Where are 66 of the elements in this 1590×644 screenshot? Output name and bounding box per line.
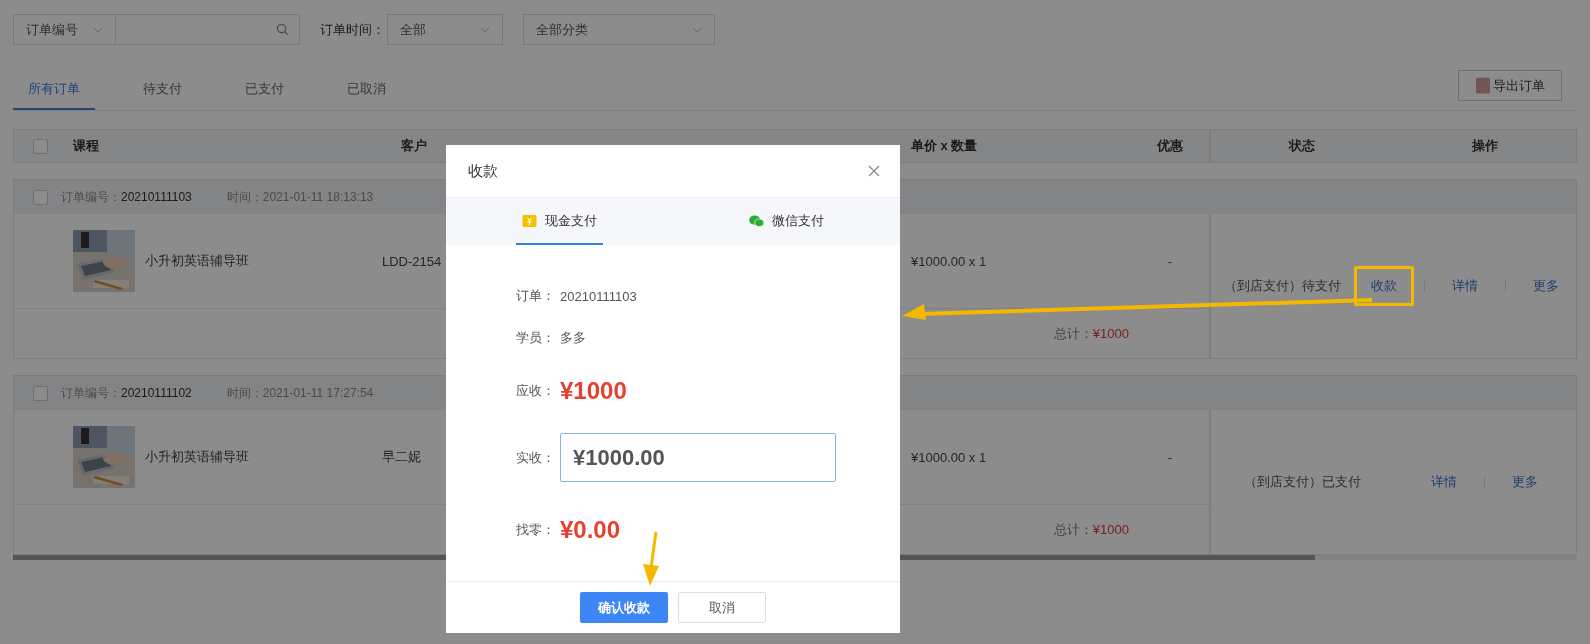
payment-tab[interactable]: 微信支付 [743, 198, 830, 245]
field-label: 应收： [516, 382, 556, 400]
action-link[interactable]: 详情 [1414, 462, 1475, 502]
order-tab[interactable]: 已取消 [332, 69, 401, 110]
total-label: 总计： [1053, 324, 1093, 343]
chevron-down-icon [692, 26, 702, 33]
field-value: 多多 [560, 329, 586, 347]
annotation-arrow [643, 531, 659, 586]
course-name: 小升初英语辅导班 [145, 448, 249, 466]
cancel-button[interactable]: 取消 [678, 592, 766, 623]
field-label: 学员： [516, 329, 556, 347]
customer-name: 早二妮 [382, 449, 421, 464]
column-header: 单价 x 数量 [911, 138, 978, 153]
action-link[interactable]: 更多 [1516, 266, 1576, 306]
chevron-down-icon [93, 26, 103, 33]
course-name: 小升初英语辅导班 [145, 252, 249, 270]
order-number: 20210111102 [121, 386, 192, 400]
column-header: 客户 [401, 138, 427, 153]
column-header: 优惠 [1157, 138, 1183, 153]
discount: - [1167, 253, 1173, 269]
unit-price: ¥1000.00 x 1 [911, 449, 987, 465]
order-status: （到店支付）已支付 [1243, 473, 1361, 491]
document-icon [1475, 77, 1490, 94]
total-label: 总计： [1053, 520, 1093, 539]
discount: - [1167, 449, 1173, 465]
chevron-down-icon [480, 26, 490, 33]
payment-tab[interactable]: 现金支付 [516, 198, 603, 245]
confirm-button[interactable]: 确认收款 [580, 592, 668, 623]
order-time: 时间：2021-01-11 17:27:54 [226, 384, 374, 402]
search-field[interactable] [115, 14, 300, 45]
order-status: （到店支付）待支付 [1224, 277, 1341, 295]
action-link[interactable]: 详情 [1435, 266, 1495, 306]
order-checkbox[interactable] [33, 189, 48, 205]
action-link[interactable]: 收款 [1354, 266, 1414, 306]
time-select[interactable]: 全部 [387, 14, 503, 45]
amount-value: ¥1000 [560, 377, 627, 405]
search-icon [276, 23, 289, 36]
field-label: 找零： [516, 521, 556, 539]
customer-name: LDD-2154 [382, 253, 442, 269]
total-amount: ¥1000 [1092, 326, 1129, 341]
unit-price: ¥1000.00 x 1 [911, 253, 987, 269]
order-number: 20210111103 [121, 190, 192, 204]
action-link[interactable]: 更多 [1495, 462, 1556, 502]
select-all-checkbox[interactable] [33, 138, 48, 154]
column-header: 课程 [73, 137, 99, 155]
order-tab[interactable]: 所有订单 [13, 69, 95, 110]
field-label: 订单： [516, 287, 556, 305]
amount-value: ¥0.00 [560, 516, 621, 544]
total-amount: ¥1000 [1092, 522, 1129, 537]
dialog-title: 收款 [468, 161, 498, 181]
time-label: 订单时间： [320, 20, 385, 39]
field-select[interactable]: 订单编号 [13, 14, 115, 45]
column-header: 操作 [1471, 137, 1498, 155]
order-tab[interactable]: 已支付 [230, 69, 299, 110]
close-icon[interactable] [868, 165, 880, 177]
export-button[interactable]: 导出订单 [1458, 70, 1562, 101]
field-value: 20210111103 [560, 288, 637, 304]
field-label: 实收： [516, 448, 556, 467]
order-time: 时间：2021-01-11 18:13:13 [226, 188, 374, 206]
column-header: 状态 [1289, 137, 1316, 155]
category-select[interactable]: 全部分类 [523, 14, 715, 45]
chat-bubbles-icon [749, 214, 764, 227]
cash-icon [522, 214, 537, 227]
order-checkbox[interactable] [33, 385, 48, 401]
amount-input-field[interactable]: ¥1000.00 [560, 433, 836, 482]
order-tab[interactable]: 待支付 [128, 69, 197, 110]
